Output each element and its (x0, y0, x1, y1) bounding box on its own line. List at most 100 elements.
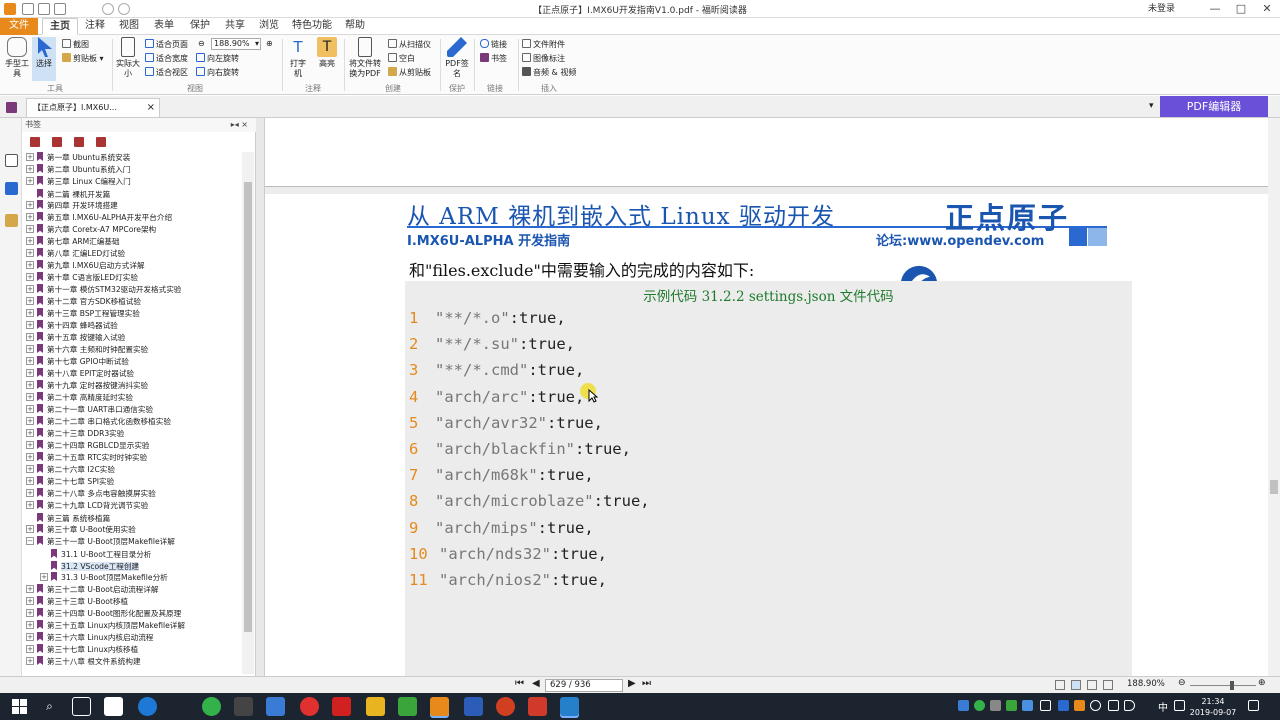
collapse-bookmark-icon[interactable] (74, 137, 84, 147)
bookmark-item[interactable]: 31.1 U-Boot工程目录分析 (40, 548, 151, 560)
tabs-dropdown-icon[interactable]: ▾ (1149, 101, 1154, 111)
bookmark-item[interactable]: + 第十三章 BSP工程管理实验 (26, 308, 140, 320)
bookmark-item[interactable]: + 第二十六章 I2C实验 (26, 464, 115, 476)
expand-icon[interactable]: + (26, 261, 34, 269)
expand-icon[interactable]: + (26, 153, 34, 161)
pages-panel-icon[interactable] (5, 182, 18, 195)
tab-comment[interactable]: 注释 (80, 18, 110, 35)
collapse-icon[interactable]: − (26, 537, 34, 545)
expand-icon[interactable]: + (26, 609, 34, 617)
expand-icon[interactable]: + (26, 453, 34, 461)
zoom-in-icon[interactable]: ⊕ (266, 38, 273, 50)
camera-app-icon[interactable] (104, 697, 123, 716)
expand-icon[interactable]: + (26, 249, 34, 257)
bookmark-item[interactable]: +31.3 U-Boot顶层Makefile分析 (40, 572, 168, 584)
zoom-in-status-icon[interactable]: ⊕ (1258, 678, 1266, 688)
first-page-icon[interactable]: ⏮ (515, 678, 524, 689)
clipboard-button[interactable]: 剪贴板 ▾ (62, 53, 104, 65)
scroll-thumb[interactable] (244, 182, 252, 632)
zoom-slider-knob[interactable] (1230, 681, 1234, 690)
bookmark-item[interactable]: + 第二章 Ubuntu系统入门 (26, 164, 130, 176)
add-bookmark-icon[interactable] (30, 137, 40, 147)
bookmark-item[interactable]: + 第二十五章 RTC实时时钟实验 (26, 452, 147, 464)
task-view-icon[interactable] (72, 697, 91, 716)
snapshot-button[interactable]: 截图 (62, 39, 89, 51)
expand-icon[interactable]: + (26, 345, 34, 353)
bookmark-item[interactable]: + 第六章 Coretx-A7 MPCore架构 (26, 224, 156, 236)
expand-icon[interactable]: + (26, 405, 34, 413)
pdf-sign-button[interactable]: PDF签名 (444, 37, 470, 79)
bookmark-item[interactable]: + 第二十章 高精度延时实验 (26, 392, 133, 404)
bookmark-item[interactable]: + 第二十四章 RGBLCD显示实验 (26, 440, 150, 452)
expand-icon[interactable]: + (26, 489, 34, 497)
bookmark-item[interactable]: + 第十四章 蜂鸣器试验 (26, 320, 118, 332)
panel-controls[interactable]: ▸◂ × (231, 118, 248, 132)
expand-icon[interactable]: + (26, 237, 34, 245)
bookmark-item[interactable]: + 第一章 Ubuntu系统安装 (26, 152, 130, 164)
tray-icon[interactable] (1058, 700, 1069, 711)
tab-share[interactable]: 共享 (220, 18, 250, 35)
expand-icon[interactable]: + (26, 429, 34, 437)
tray-icon[interactable] (990, 700, 1001, 711)
facing-page-icon[interactable] (1087, 680, 1097, 690)
tab-browse[interactable]: 浏览 (254, 18, 284, 35)
bookmark-item[interactable]: + 第二十七章 SPI实验 (26, 476, 114, 488)
expand-icon[interactable]: + (26, 585, 34, 593)
tray-icon[interactable] (1006, 700, 1017, 711)
zoom-dropdown-icon[interactable]: ▾ (255, 38, 259, 50)
bookmark-item[interactable]: 第三篇 系统移植篇 (26, 512, 110, 524)
expand-icon[interactable]: + (26, 501, 34, 509)
app-icon[interactable] (528, 697, 547, 716)
convert-pdf-button[interactable]: 将文件转换为PDF (348, 37, 382, 79)
close-button[interactable]: ✕ (1254, 0, 1280, 18)
expand-icon[interactable]: + (26, 381, 34, 389)
expand-icon[interactable]: + (26, 645, 34, 653)
fit-page-button[interactable]: 适合页面 (145, 39, 188, 51)
expand-icon[interactable]: + (26, 225, 34, 233)
tray-icon[interactable] (974, 700, 985, 711)
app-icon[interactable] (234, 697, 253, 716)
browser-icon[interactable] (202, 697, 221, 716)
bookmark-item[interactable]: + 第二十二章 串口格式化函数移植实验 (26, 416, 171, 428)
bookmark-scrollbar[interactable] (242, 152, 254, 674)
typewriter-button[interactable]: T 打字机 (288, 37, 308, 79)
tab-home[interactable]: 主页 (42, 18, 78, 35)
find-bookmark-icon[interactable] (96, 137, 106, 147)
scroll-thumb[interactable] (1270, 480, 1278, 494)
bookmark-item[interactable]: + 第二十一章 UART串口通信实验 (26, 404, 153, 416)
bookmark-item[interactable]: + 第三十七章 Linux内核移植 (26, 644, 138, 656)
tab-form[interactable]: 表单 (148, 18, 180, 35)
maximize-button[interactable]: □ (1228, 0, 1254, 18)
expand-icon[interactable]: + (26, 657, 34, 665)
actual-size-button[interactable]: 实际大小 (116, 37, 140, 79)
file-attachment-button[interactable]: 文件附件 (522, 39, 565, 51)
expand-icon[interactable]: + (26, 633, 34, 641)
bookmark-item[interactable]: + 第八章 汇编LED灯试验 (26, 248, 125, 260)
expand-icon[interactable]: + (40, 573, 48, 581)
audio-video-button[interactable]: 音频 & 视频 (522, 67, 576, 79)
bookmark-item[interactable]: + 第二十九章 LCD背光调节实验 (26, 500, 148, 512)
highlight-button[interactable]: T 高亮 (315, 37, 339, 69)
expand-icon[interactable]: + (26, 321, 34, 329)
layers-panel-icon[interactable] (5, 214, 18, 227)
expand-icon[interactable]: + (26, 465, 34, 473)
bookmark-item[interactable]: + 第三十五章 Linux内核顶层Makefile详解 (26, 620, 185, 632)
expand-icon[interactable]: + (26, 597, 34, 605)
document-tab[interactable]: 【正点原子】I.MX6U... × (26, 98, 160, 117)
fit-visible-button[interactable]: 适合视区 (145, 67, 188, 79)
tab-protect[interactable]: 保护 (184, 18, 216, 35)
bookmark-item[interactable]: + 第三十章 U-Boot使用实验 (26, 524, 136, 536)
word-icon[interactable] (464, 697, 483, 716)
expand-icon[interactable]: + (26, 273, 34, 281)
bookmark-item[interactable]: + 第四章 开发环境搭建 (26, 200, 118, 212)
zoom-input[interactable]: 188.90% (211, 38, 261, 50)
page-number-input[interactable]: 629 / 936 (545, 679, 623, 692)
bookmark-item[interactable]: + 第十六章 主频和时钟配置实验 (26, 344, 148, 356)
edge-icon[interactable] (138, 697, 157, 716)
expand-icon[interactable]: + (26, 309, 34, 317)
bookmark-item[interactable]: + 第三十六章 Linux内核启动流程 (26, 632, 153, 644)
network-icon[interactable] (1090, 700, 1101, 711)
expand-icon[interactable]: + (26, 621, 34, 629)
bookmark-item[interactable]: + 第二十八章 多点电容触摸屏实验 (26, 488, 156, 500)
blank-button[interactable]: 空白 (388, 53, 415, 65)
